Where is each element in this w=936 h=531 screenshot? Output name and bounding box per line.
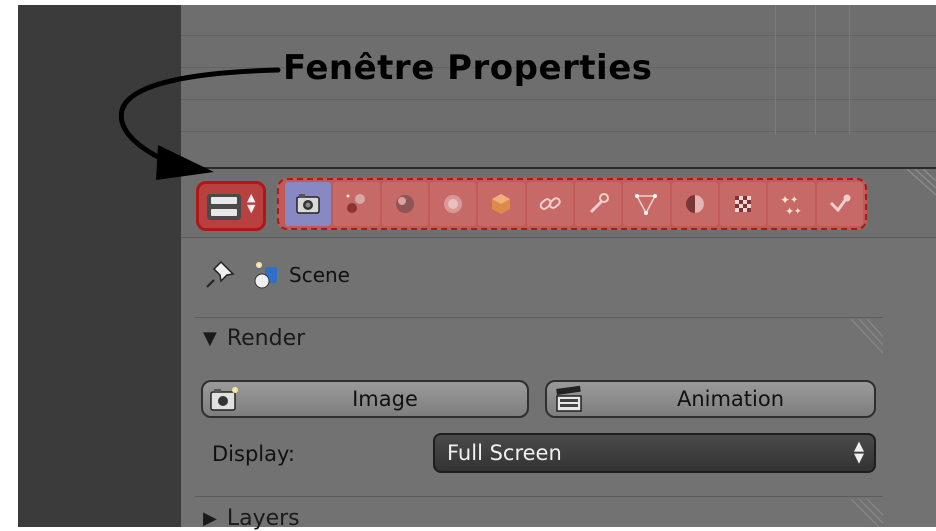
properties-editor-icon (207, 194, 241, 220)
render-layers-icon (346, 194, 366, 213)
tab-data[interactable] (623, 182, 670, 226)
tab-particles[interactable]: ✦ ✦ ✦ ✦ (768, 182, 815, 226)
tab-render[interactable] (285, 182, 332, 226)
panel-grip-icon[interactable] (845, 319, 883, 359)
scene-data-icon (254, 262, 277, 289)
camera-icon (296, 194, 320, 214)
tab-physics[interactable] (816, 182, 863, 226)
physics-icon (829, 194, 851, 213)
world-icon (444, 195, 463, 213)
chain-link-icon (539, 197, 561, 210)
grid-line (775, 5, 776, 135)
breadcrumb: Scene (203, 257, 350, 293)
camera-icon (210, 387, 238, 411)
divider (195, 496, 883, 497)
svg-text:✦: ✦ (794, 207, 802, 217)
render-image-label: Image (352, 387, 418, 411)
wrench-icon (590, 193, 610, 214)
scene-icon (395, 195, 414, 213)
left-editor-area (18, 5, 181, 527)
layers-panel-title: Layers (226, 506, 300, 531)
triangle-right-icon: ▶ (203, 508, 217, 529)
grid-line (849, 5, 850, 135)
cube-icon (492, 194, 511, 214)
properties-header: ▲ ▼ ✦ ✦ ✦ ✦ (181, 169, 936, 238)
display-dropdown[interactable]: Full Screen ▲ ▼ (433, 433, 876, 473)
render-animation-label: Animation (676, 387, 785, 411)
grid-line (181, 99, 936, 100)
render-panel-title: Render (226, 326, 306, 351)
render-animation-button[interactable]: Animation (545, 380, 876, 418)
tab-modifiers[interactable] (574, 182, 622, 226)
chevron-updown-icon: ▲ ▼ (247, 191, 256, 215)
tab-material[interactable] (671, 182, 718, 226)
layers-panel-header[interactable]: ▶ Layers (203, 506, 300, 531)
tab-constraints[interactable] (526, 182, 573, 226)
chevron-updown-icon: ▲ ▼ (854, 439, 864, 466)
particles-icon: ✦ ✦ ✦ ✦ (780, 193, 802, 218)
render-panel-header[interactable]: ▼ Render (203, 326, 305, 351)
tab-object[interactable] (478, 182, 525, 226)
tab-render-layers[interactable] (333, 182, 380, 226)
editor-type-button[interactable]: ▲ ▼ (196, 181, 266, 231)
checker-icon (735, 196, 752, 212)
render-image-button[interactable]: Image (201, 380, 529, 418)
triangle-down-icon: ▼ (203, 328, 217, 349)
divider (195, 317, 883, 318)
grid-line (181, 35, 936, 36)
tab-texture[interactable] (719, 182, 767, 226)
properties-window: ▲ ▼ ✦ ✦ ✦ ✦ Scene ▼ Render Image Animati… (181, 169, 936, 531)
tab-world[interactable] (429, 182, 477, 226)
breadcrumb-scene-label: Scene (289, 263, 350, 287)
annotation-title: Fenêtre Properties (283, 48, 653, 88)
display-label: Display: (212, 442, 295, 466)
clapperboard-icon (556, 385, 582, 412)
corner-grip-icon[interactable] (903, 169, 936, 199)
grid-line (815, 5, 816, 135)
mesh-triangle-icon (635, 194, 658, 215)
display-dropdown-value: Full Screen (447, 441, 562, 465)
panel-grip-icon[interactable] (845, 499, 883, 527)
pin-icon[interactable] (203, 258, 237, 292)
context-tabs: ✦ ✦ ✦ ✦ (277, 178, 867, 230)
sphere-icon (685, 195, 704, 213)
grid-line (181, 131, 936, 132)
tab-scene[interactable] (381, 182, 428, 226)
svg-text:✦: ✦ (785, 205, 794, 218)
